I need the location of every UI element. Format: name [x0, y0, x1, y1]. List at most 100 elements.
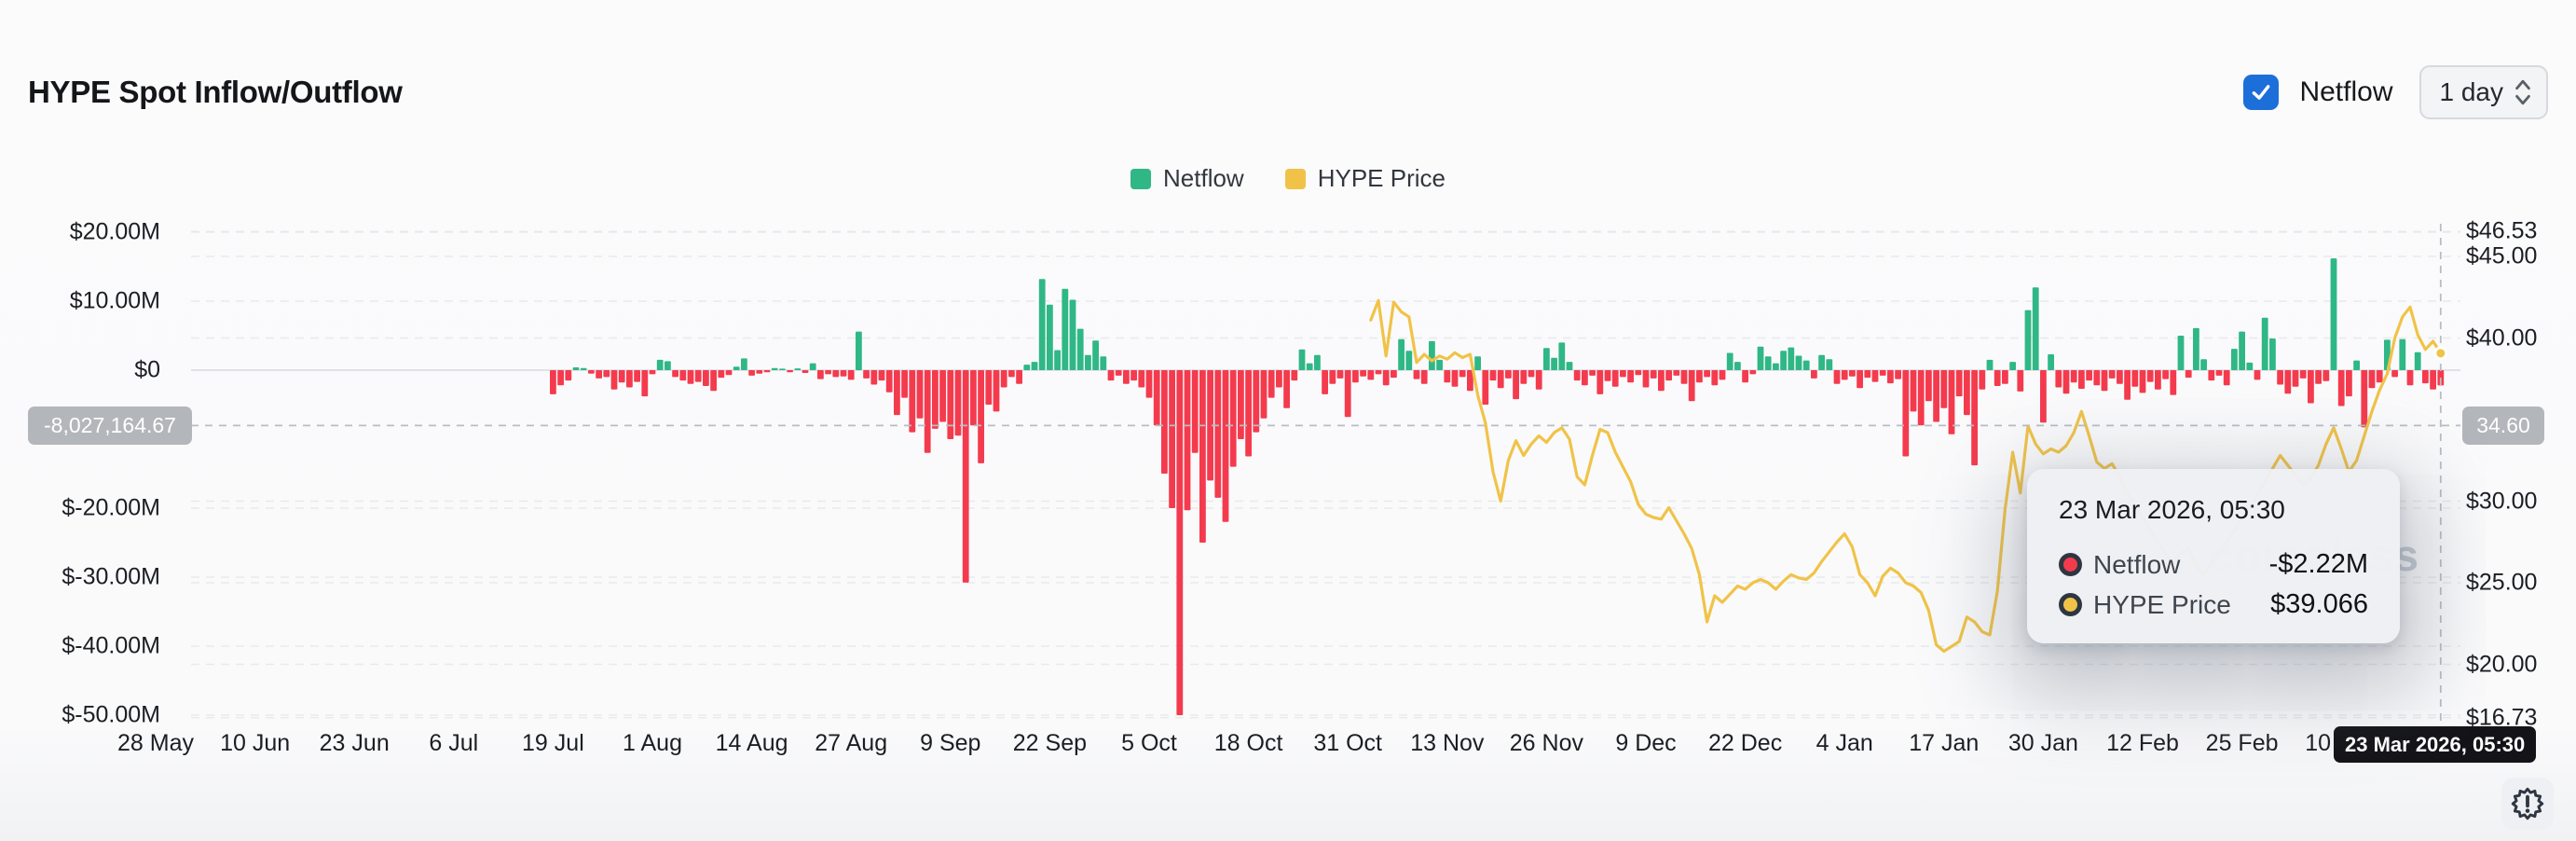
netflow-bar[interactable]: [1405, 351, 1413, 370]
netflow-bar[interactable]: [2346, 370, 2352, 397]
netflow-bar[interactable]: [1520, 370, 1528, 384]
netflow-bar[interactable]: [2062, 370, 2070, 394]
netflow-bar[interactable]: [741, 358, 747, 370]
netflow-bar[interactable]: [2323, 370, 2330, 381]
netflow-bar[interactable]: [1169, 370, 1175, 508]
netflow-bar[interactable]: [1047, 304, 1053, 370]
netflow-bar[interactable]: [1336, 370, 1344, 379]
netflow-bar[interactable]: [687, 370, 694, 384]
netflow-bar[interactable]: [1016, 370, 1022, 384]
netflow-bar[interactable]: [1680, 370, 1688, 384]
netflow-bar[interactable]: [2292, 370, 2299, 387]
netflow-bar[interactable]: [1757, 346, 1764, 370]
netflow-bar[interactable]: [1344, 370, 1351, 418]
netflow-bar[interactable]: [924, 370, 931, 453]
netflow-bar[interactable]: [1130, 370, 1137, 381]
netflow-bar[interactable]: [825, 370, 831, 375]
netflow-bar[interactable]: [1085, 354, 1091, 370]
netflow-bar[interactable]: [1092, 340, 1099, 370]
netflow-bar[interactable]: [894, 370, 900, 416]
netflow-bar[interactable]: [809, 363, 816, 370]
netflow-bar[interactable]: [634, 370, 640, 382]
netflow-bar[interactable]: [550, 370, 556, 394]
netflow-bar[interactable]: [2208, 370, 2215, 381]
netflow-bar[interactable]: [1413, 370, 1420, 379]
netflow-bar[interactable]: [672, 370, 678, 378]
netflow-bar[interactable]: [2422, 370, 2429, 384]
netflow-bar[interactable]: [993, 370, 1000, 412]
netflow-bar[interactable]: [1535, 370, 1542, 390]
netflow-bar[interactable]: [1955, 370, 1963, 397]
netflow-bar[interactable]: [2231, 349, 2238, 370]
netflow-bar[interactable]: [1222, 370, 1229, 522]
netflow-bar[interactable]: [878, 370, 885, 381]
netflow-bar[interactable]: [2254, 370, 2261, 380]
netflow-bar[interactable]: [1673, 370, 1680, 376]
netflow-bar[interactable]: [718, 370, 725, 379]
netflow-bar[interactable]: [1382, 370, 1390, 386]
netflow-bar[interactable]: [847, 370, 855, 380]
netflow-bar[interactable]: [817, 370, 824, 379]
netflow-bar[interactable]: [596, 370, 602, 379]
netflow-bar[interactable]: [1719, 370, 1726, 380]
netflow-bar[interactable]: [1375, 370, 1382, 375]
netflow-bar[interactable]: [962, 370, 969, 583]
netflow-bar[interactable]: [2055, 370, 2062, 388]
netflow-bar[interactable]: [1650, 370, 1657, 379]
netflow-bar[interactable]: [1986, 359, 1994, 370]
netflow-bar[interactable]: [1940, 370, 1948, 408]
netflow-bar[interactable]: [1459, 370, 1466, 378]
netflow-bar[interactable]: [1688, 370, 1695, 402]
netflow-bar[interactable]: [1887, 370, 1894, 384]
netflow-bar[interactable]: [1802, 360, 1810, 370]
netflow-bar[interactable]: [2002, 370, 2008, 384]
netflow-bar[interactable]: [1038, 279, 1046, 370]
netflow-bar[interactable]: [1910, 370, 1917, 412]
netflow-bar[interactable]: [1161, 370, 1168, 474]
netflow-bar[interactable]: [1780, 351, 1787, 370]
netflow-bar[interactable]: [572, 367, 580, 370]
netflow-bar[interactable]: [1100, 356, 1107, 370]
netflow-bar[interactable]: [1276, 370, 1282, 388]
netflow-bar[interactable]: [1589, 370, 1596, 376]
netflow-bar[interactable]: [1925, 370, 1932, 402]
netflow-bar[interactable]: [2070, 370, 2077, 383]
netflow-bar[interactable]: [1314, 354, 1321, 370]
netflow-bar[interactable]: [1107, 370, 1115, 381]
netflow-bar[interactable]: [1391, 370, 1397, 379]
netflow-bar[interactable]: [2376, 370, 2383, 383]
netflow-bar[interactable]: [2430, 370, 2436, 390]
netflow-bar[interactable]: [694, 370, 702, 382]
netflow-bar[interactable]: [703, 370, 709, 386]
netflow-bar[interactable]: [1360, 370, 1366, 377]
netflow-bar[interactable]: [2032, 287, 2039, 370]
netflow-bar[interactable]: [1329, 370, 1336, 384]
netflow-bar[interactable]: [748, 370, 755, 376]
netflow-bar[interactable]: [1420, 370, 1428, 384]
netflow-bar[interactable]: [901, 370, 908, 398]
netflow-bar[interactable]: [665, 361, 671, 370]
netflow-bar[interactable]: [832, 370, 840, 378]
netflow-bar[interactable]: [1145, 370, 1153, 398]
netflow-bar[interactable]: [1833, 370, 1841, 384]
netflow-bar[interactable]: [909, 370, 916, 433]
netflow-bar[interactable]: [1704, 370, 1710, 378]
netflow-bar[interactable]: [1711, 370, 1719, 386]
netflow-bar[interactable]: [939, 370, 946, 422]
netflow-price-chart[interactable]: [0, 0, 2576, 841]
netflow-bar[interactable]: [1444, 370, 1451, 383]
netflow-bar[interactable]: [2024, 310, 2032, 370]
netflow-bar[interactable]: [2117, 370, 2123, 384]
netflow-bar[interactable]: [603, 370, 610, 378]
netflow-bar[interactable]: [779, 368, 786, 370]
netflow-bar[interactable]: [1826, 359, 1833, 370]
netflow-bar[interactable]: [1857, 370, 1863, 389]
netflow-bar[interactable]: [649, 370, 656, 375]
netflow-bar[interactable]: [2368, 370, 2376, 389]
netflow-bar[interactable]: [1528, 370, 1535, 378]
netflow-bar[interactable]: [1994, 370, 2001, 386]
netflow-bar[interactable]: [2177, 336, 2185, 370]
netflow-bar[interactable]: [1811, 370, 1817, 379]
netflow-bar[interactable]: [2146, 370, 2154, 382]
netflow-bar[interactable]: [794, 368, 802, 370]
